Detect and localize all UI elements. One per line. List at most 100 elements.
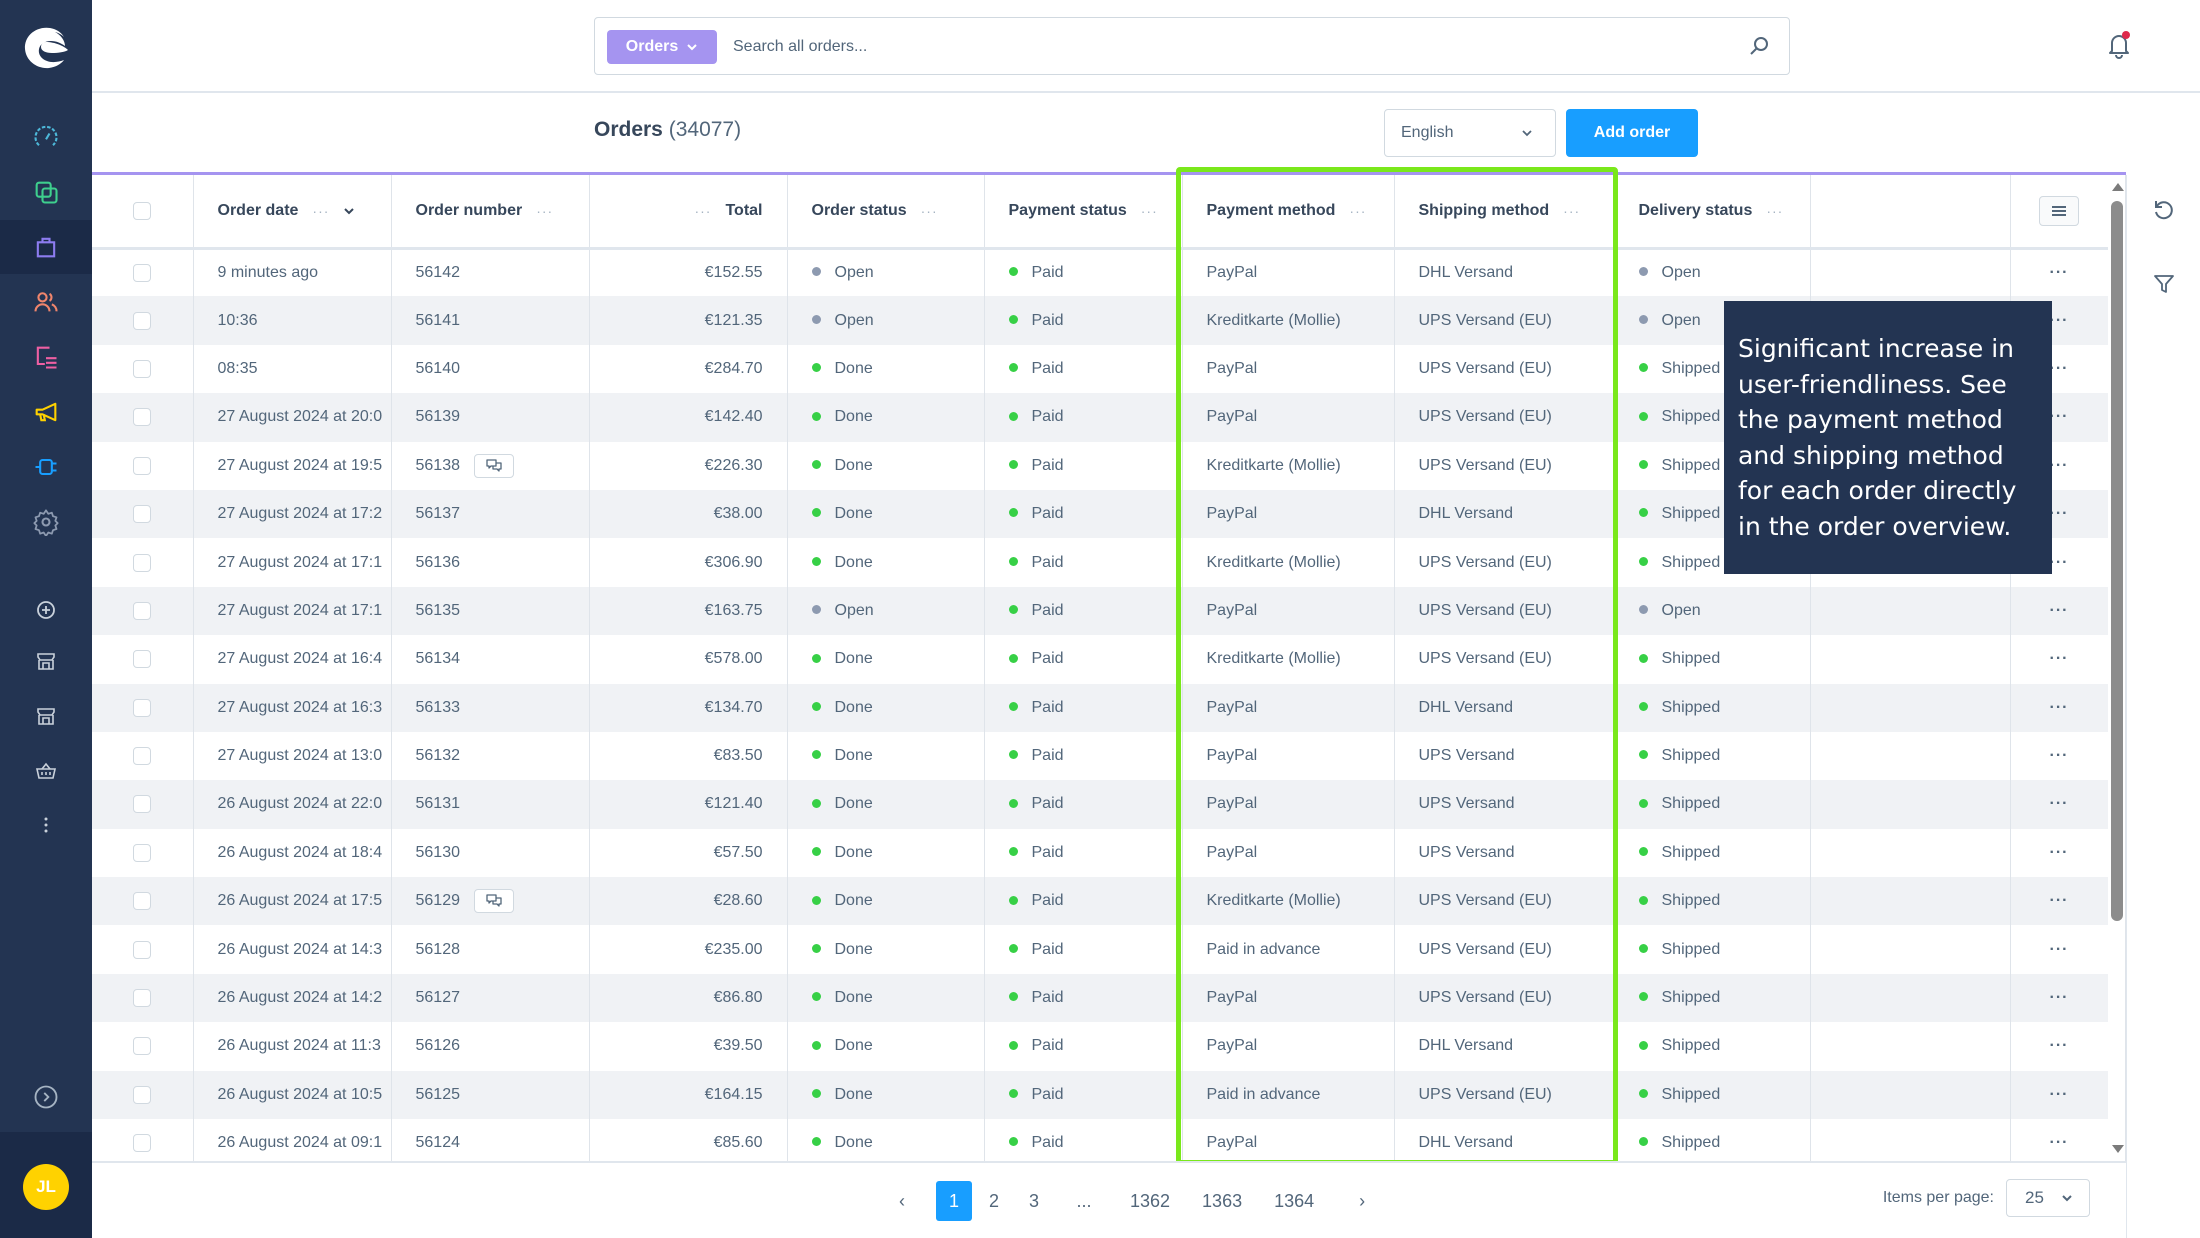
row-checkbox[interactable]	[133, 747, 152, 766]
sidebar-channel-storefront-1[interactable]	[0, 634, 92, 688]
table-row[interactable]: 26 August 2024 at 22:0 56131 €121.40 Don…	[92, 780, 2108, 829]
order-number-link[interactable]: 56140	[416, 360, 461, 377]
row-checkbox[interactable]	[133, 1037, 152, 1056]
pagination-page-1[interactable]: 1	[936, 1181, 972, 1221]
row-checkbox[interactable]	[133, 263, 152, 282]
row-checkbox[interactable]	[133, 456, 152, 475]
order-number-link[interactable]: 56141	[416, 312, 461, 329]
row-actions-button[interactable]: ···	[2010, 635, 2108, 684]
column-header-total[interactable]: ··· Total	[589, 175, 788, 250]
row-checkbox[interactable]	[133, 1134, 152, 1153]
order-number-link[interactable]: 56130	[416, 844, 461, 861]
items-per-page-select[interactable]: 25	[2006, 1179, 2090, 1217]
table-row[interactable]: 27 August 2024 at 16:3 56133 €134.70 Don…	[92, 683, 2108, 732]
sidebar-item-orders[interactable]	[0, 220, 92, 274]
grid-scrollbar[interactable]	[2108, 175, 2126, 1161]
column-header-order-number[interactable]: Order number ···	[391, 175, 590, 250]
pagination-prev-button[interactable]: ‹	[884, 1181, 920, 1221]
search-type-dropdown[interactable]: Orders	[607, 30, 717, 64]
sidebar-collapse-button[interactable]	[0, 1070, 92, 1124]
search-icon[interactable]	[1747, 34, 1771, 58]
row-actions-button[interactable]: ···	[2010, 828, 2108, 878]
sidebar-channel-add-sales-channel[interactable]	[0, 583, 92, 637]
row-checkbox[interactable]	[133, 989, 152, 1008]
column-header-order-date[interactable]: Order date ···	[193, 175, 392, 250]
sidebar-item-customers[interactable]	[0, 275, 92, 329]
table-row[interactable]: 9 minutes ago 56142 €152.55 Open Paid Pa…	[92, 248, 2108, 297]
column-menu-icon[interactable]: ···	[536, 203, 553, 219]
sidebar-channel-storefront-2[interactable]	[0, 689, 92, 743]
sort-descending-icon[interactable]	[343, 207, 355, 215]
table-row[interactable]: 27 August 2024 at 16:4 56134 €578.00 Don…	[92, 635, 2108, 684]
column-menu-icon[interactable]: ···	[921, 203, 938, 219]
column-header-shipping-method[interactable]: Shipping method ···	[1394, 175, 1615, 250]
table-row[interactable]: 26 August 2024 at 18:4 56130 €57.50 Done…	[92, 828, 2108, 878]
column-header-payment-status[interactable]: Payment status ···	[984, 175, 1183, 250]
order-number-link[interactable]: 56133	[416, 699, 461, 716]
row-checkbox[interactable]	[133, 892, 152, 911]
row-checkbox[interactable]	[133, 698, 152, 717]
column-menu-icon[interactable]: ···	[1563, 203, 1580, 219]
pagination-page-3[interactable]: 3	[1016, 1181, 1052, 1221]
column-menu-icon[interactable]: ···	[1766, 203, 1783, 219]
row-checkbox[interactable]	[133, 1085, 152, 1104]
refresh-button[interactable]	[2149, 195, 2179, 225]
table-row[interactable]: 26 August 2024 at 14:3 56128 €235.00 Don…	[92, 925, 2108, 974]
scroll-down-arrow-icon[interactable]	[2112, 1145, 2124, 1153]
scroll-up-arrow-icon[interactable]	[2112, 183, 2124, 191]
sidebar-item-content[interactable]	[0, 330, 92, 384]
order-number-link[interactable]: 56142	[416, 264, 461, 281]
row-actions-button[interactable]: ···	[2010, 683, 2108, 732]
row-checkbox[interactable]	[133, 940, 152, 959]
row-checkbox[interactable]	[133, 553, 152, 572]
table-row[interactable]: 27 August 2024 at 17:1 56135 €163.75 Ope…	[92, 586, 2108, 636]
order-number-link[interactable]: 56127	[416, 989, 461, 1006]
order-number-link[interactable]: 56138	[416, 457, 461, 474]
filter-button[interactable]	[2149, 269, 2179, 299]
scrollbar-thumb[interactable]	[2111, 201, 2123, 921]
row-actions-button[interactable]: ···	[2010, 1119, 2108, 1161]
order-number-link[interactable]: 56131	[416, 795, 461, 812]
row-checkbox[interactable]	[133, 408, 152, 427]
select-all-checkbox[interactable]	[133, 201, 152, 220]
order-number-link[interactable]: 56137	[416, 505, 461, 522]
row-checkbox[interactable]	[133, 505, 152, 524]
notification-bell-icon[interactable]	[2104, 30, 2134, 60]
add-order-button[interactable]: Add order	[1566, 109, 1698, 157]
order-number-link[interactable]: 56125	[416, 1086, 461, 1103]
user-avatar[interactable]: JL	[23, 1164, 69, 1210]
column-menu-icon[interactable]: ···	[694, 203, 711, 219]
sidebar-item-settings[interactable]	[0, 495, 92, 549]
language-select[interactable]: English	[1384, 109, 1556, 157]
pagination-page-1363[interactable]: 1363	[1198, 1181, 1246, 1221]
sidebar-channel-headless[interactable]	[0, 744, 92, 798]
row-actions-button[interactable]: ···	[2010, 780, 2108, 829]
row-actions-button[interactable]: ···	[2010, 248, 2108, 297]
pagination-next-button[interactable]: ›	[1344, 1181, 1380, 1221]
shopware-logo-icon[interactable]	[22, 26, 70, 70]
row-checkbox[interactable]	[133, 843, 152, 862]
row-actions-button[interactable]: ···	[2010, 973, 2108, 1023]
column-menu-icon[interactable]: ···	[1349, 203, 1366, 219]
row-checkbox[interactable]	[133, 795, 152, 814]
search-input[interactable]	[733, 30, 1633, 64]
table-row[interactable]: 26 August 2024 at 10:5 56125 €164.15 Don…	[92, 1070, 2108, 1120]
sidebar-item-catalogues[interactable]	[0, 165, 92, 219]
order-number-link[interactable]: 56126	[416, 1037, 461, 1054]
row-actions-button[interactable]: ···	[2010, 1022, 2108, 1071]
order-comment-button[interactable]	[474, 889, 514, 914]
order-number-link[interactable]: 56132	[416, 747, 461, 764]
order-number-link[interactable]: 56136	[416, 554, 461, 571]
pagination-page-1362[interactable]: 1362	[1126, 1181, 1174, 1221]
order-number-link[interactable]: 56129	[416, 893, 461, 910]
sidebar-item-dashboard[interactable]	[0, 110, 92, 164]
order-number-link[interactable]: 56139	[416, 408, 461, 425]
column-header-delivery-status[interactable]: Delivery status ···	[1614, 175, 1811, 250]
pagination-page-2[interactable]: 2	[976, 1181, 1012, 1221]
sidebar-item-marketing[interactable]	[0, 385, 92, 439]
order-number-link[interactable]: 56128	[416, 941, 461, 958]
row-actions-button[interactable]: ···	[2010, 586, 2108, 636]
row-actions-button[interactable]: ···	[2010, 1070, 2108, 1120]
sidebar-item-extensions[interactable]	[0, 440, 92, 494]
column-menu-icon[interactable]: ···	[1141, 203, 1158, 219]
